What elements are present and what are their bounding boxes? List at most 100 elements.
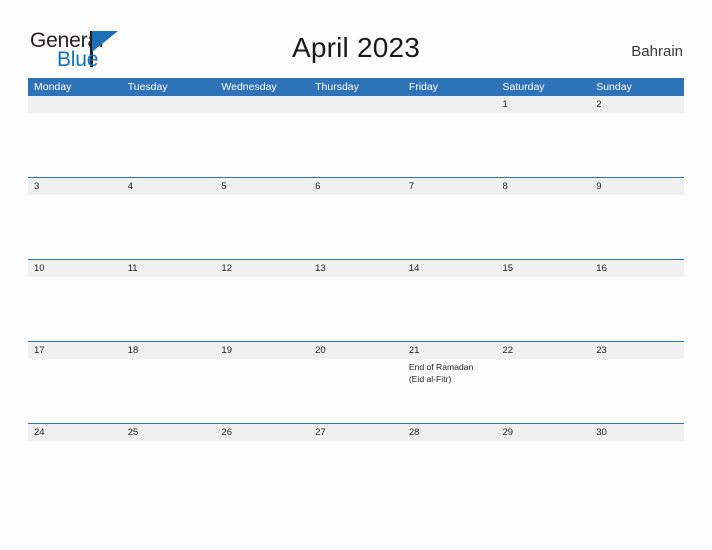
day-cell[interactable]: 9 [590, 178, 684, 259]
day-number: 16 [596, 263, 607, 274]
day-number: 15 [502, 263, 514, 274]
day-cell[interactable]: 2 [590, 96, 684, 177]
day-cell[interactable]: 3 [28, 178, 122, 259]
day-cell[interactable]: 28 [403, 424, 497, 505]
weekday-header-thursday: Thursday [315, 81, 359, 93]
day-number: 24 [34, 427, 45, 438]
day-events: End of Ramadan (Eid al-Fitr) [409, 359, 497, 385]
page-header: General Blue April 2023 Bahrain [0, 0, 712, 76]
day-events [34, 441, 122, 444]
day-number: 23 [596, 345, 607, 356]
day-cell[interactable]: 4 [122, 178, 216, 259]
day-number: 9 [596, 181, 602, 192]
day-number [34, 96, 122, 113]
day-cell[interactable]: 5 [215, 178, 309, 259]
day-events [221, 359, 309, 362]
day-number: 19 [221, 345, 232, 356]
day-number: 25 [127, 427, 139, 438]
calendar-week-row: 1 2 [28, 96, 684, 177]
country-label: Bahrain [631, 43, 683, 60]
day-events [128, 113, 216, 116]
day-number: 21 [408, 345, 420, 356]
day-cell[interactable]: 15 [497, 260, 591, 341]
day-number [315, 96, 403, 113]
day-cell[interactable]: 17 [28, 342, 122, 423]
day-cell[interactable] [122, 96, 216, 177]
calendar-week-row: 17 18 19 20 21 End of Ramadan (Eid al-Fi… [28, 341, 684, 423]
day-events [34, 359, 122, 362]
day-cell[interactable]: 20 [309, 342, 403, 423]
day-number: 12 [221, 263, 232, 274]
day-number: 2 [596, 99, 602, 110]
day-cell[interactable]: 8 [497, 178, 591, 259]
day-events [409, 277, 497, 280]
day-cell[interactable]: 18 [122, 342, 216, 423]
day-number: 3 [34, 181, 40, 192]
day-events [596, 195, 684, 198]
day-cell[interactable] [28, 96, 122, 177]
page-title: April 2023 [291, 32, 421, 63]
day-cell[interactable]: 19 [215, 342, 309, 423]
day-number: 11 [127, 263, 138, 274]
day-number: 1 [502, 99, 508, 110]
day-cell[interactable] [309, 96, 403, 177]
calendar-week-row: 24 25 26 27 28 29 30 [28, 423, 684, 505]
day-number: 30 [596, 427, 607, 438]
day-number: 18 [127, 345, 139, 356]
day-number: 22 [502, 345, 514, 356]
day-cell[interactable]: 30 [590, 424, 684, 505]
weekday-header-row: Monday Tuesday Wednesday Thursday Friday… [28, 78, 684, 96]
day-cell[interactable]: 12 [215, 260, 309, 341]
day-events [221, 195, 309, 198]
day-cell[interactable]: 23 [590, 342, 684, 423]
day-events [315, 441, 403, 444]
day-events [409, 195, 497, 198]
day-cell[interactable]: 25 [122, 424, 216, 505]
day-number: 26 [221, 427, 232, 438]
day-cell[interactable]: 16 [590, 260, 684, 341]
day-cell[interactable]: 21 End of Ramadan (Eid al-Fitr) [403, 342, 497, 423]
day-number: 14 [408, 263, 420, 274]
day-cell[interactable]: 26 [215, 424, 309, 505]
weekday-header-friday: Friday [408, 81, 438, 93]
day-events [596, 113, 684, 116]
day-number [221, 96, 309, 113]
day-events [221, 277, 309, 280]
calendar-week-row: 10 11 12 13 14 15 16 [28, 259, 684, 341]
weekday-header-saturday: Saturday [502, 81, 545, 93]
day-cell[interactable]: 29 [497, 424, 591, 505]
day-cell[interactable]: 7 [403, 178, 497, 259]
weekday-header-monday: Monday [34, 81, 72, 93]
day-events [128, 359, 216, 362]
day-cell[interactable]: 6 [309, 178, 403, 259]
day-cell[interactable]: 11 [122, 260, 216, 341]
day-cell[interactable] [403, 96, 497, 177]
day-cell[interactable]: 27 [309, 424, 403, 505]
day-number: 28 [408, 427, 420, 438]
day-cell[interactable]: 13 [309, 260, 403, 341]
day-cell[interactable]: 24 [28, 424, 122, 505]
day-events [596, 277, 684, 280]
day-number: 17 [34, 345, 45, 356]
day-number: 29 [502, 427, 514, 438]
calendar-week-row: 3 4 5 6 7 8 9 [28, 177, 684, 259]
day-cell[interactable] [215, 96, 309, 177]
day-events [503, 277, 591, 280]
calendar-grid: Monday Tuesday Wednesday Thursday Friday… [28, 78, 684, 505]
holiday-event-line: (Eid al-Fitr) [408, 373, 452, 384]
weekday-header-tuesday: Tuesday [127, 81, 168, 93]
day-number: 8 [502, 181, 508, 192]
day-number: 6 [315, 181, 321, 192]
day-cell[interactable]: 1 [497, 96, 591, 177]
holiday-event-line: End of Ramadan [408, 362, 474, 372]
day-events [503, 359, 591, 362]
day-events [315, 113, 403, 116]
day-events [503, 113, 591, 116]
day-cell[interactable]: 14 [403, 260, 497, 341]
day-number [409, 96, 497, 113]
day-events [503, 195, 591, 198]
day-cell[interactable]: 22 [497, 342, 591, 423]
day-number: 10 [34, 263, 45, 274]
day-events [596, 359, 684, 362]
day-cell[interactable]: 10 [28, 260, 122, 341]
